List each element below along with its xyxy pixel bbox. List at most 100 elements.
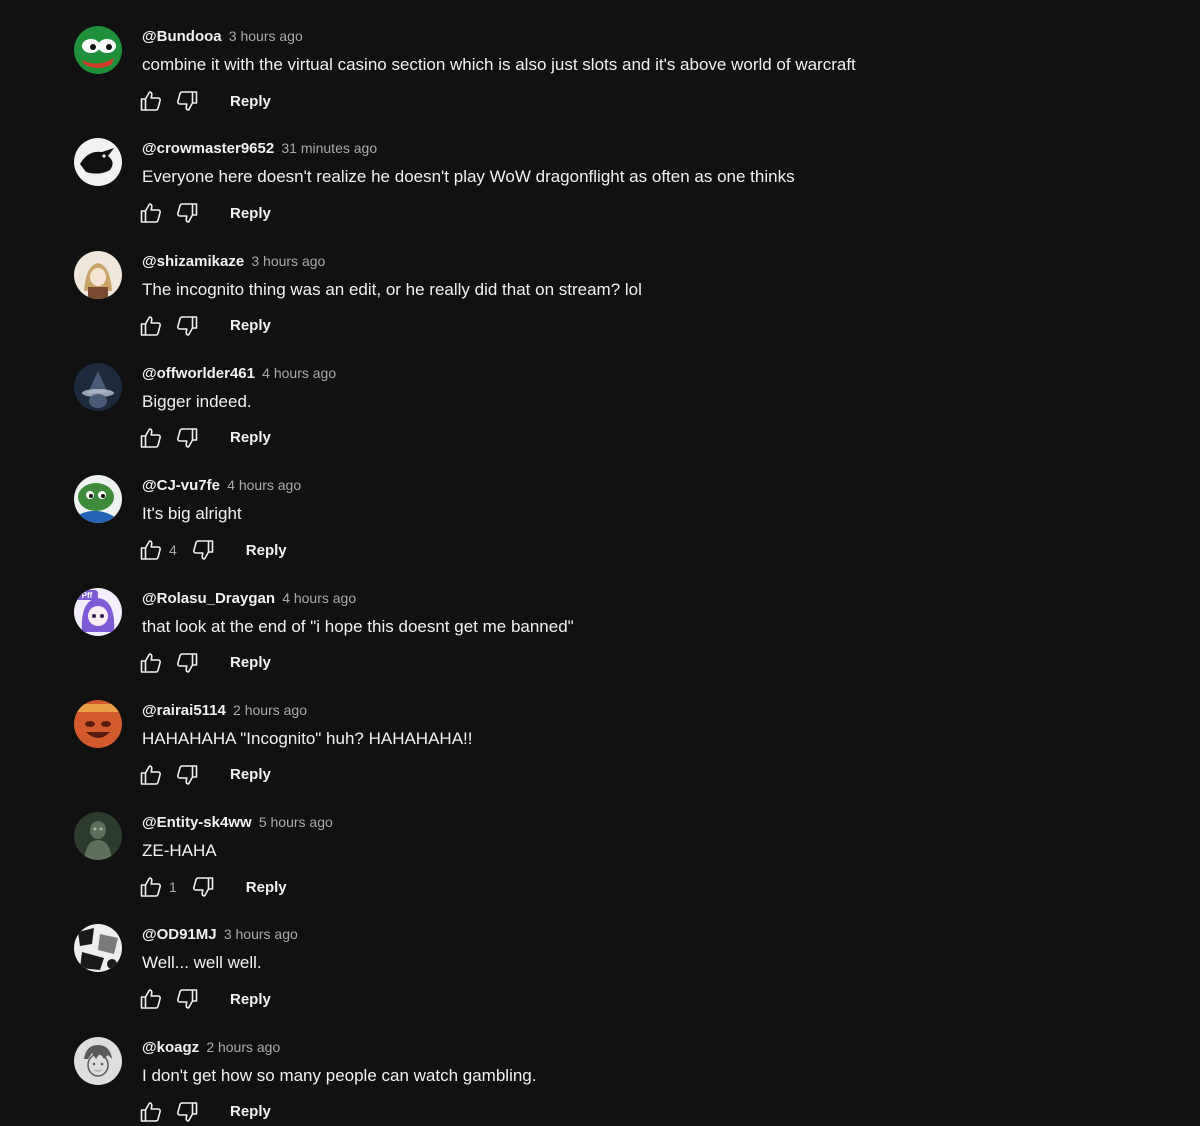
like-button[interactable] — [138, 88, 164, 114]
comment-text: Everyone here doesn't realize he doesn't… — [142, 167, 795, 187]
manga-panel-avatar-icon[interactable] — [74, 924, 122, 973]
reply-button[interactable]: Reply — [230, 991, 271, 1008]
comment-time[interactable]: 4 hours ago — [262, 365, 336, 381]
like-button[interactable] — [138, 986, 164, 1012]
crow-avatar-icon[interactable] — [74, 138, 122, 187]
comment-time[interactable]: 4 hours ago — [227, 477, 301, 493]
comment-author[interactable]: @Rolasu_Draygan — [142, 590, 275, 607]
comment-time[interactable]: 3 hours ago — [251, 253, 325, 269]
anime-girl-avatar-icon[interactable] — [74, 250, 122, 299]
thumbs-down-icon — [177, 764, 198, 785]
thumbs-down-icon — [177, 1101, 198, 1122]
comment-author[interactable]: @crowmaster9652 — [142, 140, 274, 157]
thumbs-down-icon — [192, 877, 214, 897]
comment-author[interactable]: @OD91MJ — [142, 926, 217, 943]
like-button[interactable] — [138, 874, 164, 900]
thumbs-down-icon — [177, 652, 198, 673]
laughing-face-avatar-icon[interactable] — [74, 699, 122, 748]
thumbs-down-icon — [177, 428, 198, 448]
thumbs-up-icon — [140, 91, 161, 111]
comment-actions: 1 Reply — [138, 874, 287, 900]
comment-thread: @offworlder461 4 hours ago Bigger indeed… — [0, 337, 1200, 449]
comment-text: Bigger indeed. — [142, 391, 252, 411]
reply-button[interactable]: Reply — [246, 542, 287, 559]
comment-time[interactable]: 2 hours ago — [206, 1039, 280, 1055]
comment-text: combine it with the virtual casino secti… — [142, 55, 856, 74]
comment-actions: Reply — [138, 1099, 271, 1125]
comment-time[interactable]: 4 hours ago — [282, 590, 356, 606]
comment-author[interactable]: @shizamikaze — [142, 253, 244, 270]
reply-button[interactable]: Reply — [246, 879, 287, 896]
like-count: 4 — [169, 542, 177, 559]
like-button[interactable] — [138, 313, 164, 339]
dislike-button[interactable] — [174, 650, 200, 676]
thumbs-up-icon — [140, 877, 161, 897]
comment-thread: @CJ-vu7fe 4 hours ago It's big alright 4… — [0, 449, 1200, 561]
thumbs-up-icon — [140, 764, 161, 785]
comment-time[interactable]: 5 hours ago — [259, 814, 333, 830]
purple-anime-avatar-icon[interactable]: Pff — [74, 587, 122, 636]
reply-button[interactable]: Reply — [230, 429, 271, 446]
comment-header: @crowmaster9652 31 minutes ago — [142, 138, 377, 158]
thumbs-up-icon — [140, 652, 161, 673]
dislike-button[interactable] — [174, 200, 200, 226]
comment-header: @Rolasu_Draygan 4 hours ago — [142, 588, 356, 608]
reply-button[interactable]: Reply — [230, 205, 271, 222]
comment-author[interactable]: @offworlder461 — [142, 365, 255, 382]
comment-thread: @Bundooa 3 hours ago combine it with the… — [0, 0, 1200, 112]
dislike-button[interactable] — [174, 88, 200, 114]
reply-button[interactable]: Reply — [230, 1103, 271, 1120]
comment-author[interactable]: @Bundooa — [142, 28, 222, 45]
comment-actions: Reply — [138, 762, 271, 788]
comment-author[interactable]: @CJ-vu7fe — [142, 477, 220, 494]
comment-actions: Reply — [138, 986, 271, 1012]
dislike-button[interactable] — [174, 1099, 200, 1125]
comment-thread: Pff @Rolasu_Draygan 4 hours ago that loo… — [0, 562, 1200, 674]
dislike-button[interactable] — [174, 313, 200, 339]
comment-text: ZE-HAHA — [142, 841, 217, 861]
like-button[interactable] — [138, 200, 164, 226]
comment-text: that look at the end of "i hope this doe… — [142, 616, 574, 636]
comment-time[interactable]: 3 hours ago — [229, 28, 303, 44]
dislike-button[interactable] — [190, 874, 216, 900]
thumbs-up-icon — [140, 315, 161, 336]
sketch-character-avatar-icon[interactable] — [74, 1036, 122, 1085]
comment-text: I don't get how so many people can watch… — [142, 1065, 537, 1085]
comment-actions: Reply — [138, 425, 271, 451]
comment-author[interactable]: @rairai5114 — [142, 702, 226, 719]
comments-section: @Bundooa 3 hours ago combine it with the… — [0, 0, 1200, 1126]
comment-thread: @OD91MJ 3 hours ago Well... well well. R… — [0, 898, 1200, 1010]
comment-thread: @Entity-sk4ww 5 hours ago ZE-HAHA 1 Repl… — [0, 786, 1200, 898]
pepe-avatar-icon[interactable] — [74, 475, 122, 524]
dislike-button[interactable] — [174, 986, 200, 1012]
comment-header: @koagz 2 hours ago — [142, 1037, 280, 1057]
dislike-button[interactable] — [174, 425, 200, 451]
like-button[interactable] — [138, 1099, 164, 1125]
dark-figure-avatar-icon[interactable] — [74, 812, 122, 861]
comment-actions: Reply — [138, 88, 271, 114]
reply-button[interactable]: Reply — [230, 654, 271, 671]
like-count: 1 — [169, 879, 177, 896]
reply-button[interactable]: Reply — [230, 766, 271, 783]
comment-author[interactable]: @koagz — [142, 1039, 199, 1056]
dislike-button[interactable] — [190, 537, 216, 563]
comment-header: @OD91MJ 3 hours ago — [142, 924, 298, 944]
comment-time[interactable]: 3 hours ago — [224, 926, 298, 942]
frog-avatar-icon[interactable] — [74, 26, 122, 74]
dislike-button[interactable] — [174, 762, 200, 788]
comment-actions: Reply — [138, 650, 271, 676]
reply-button[interactable]: Reply — [230, 93, 271, 110]
like-button[interactable] — [138, 762, 164, 788]
comment-text: HAHAHAHA "Incognito" huh? HAHAHAHA!! — [142, 728, 473, 748]
comment-time[interactable]: 2 hours ago — [233, 702, 307, 718]
comment-thread: @shizamikaze 3 hours ago The incognito t… — [0, 225, 1200, 337]
comment-author[interactable]: @Entity-sk4ww — [142, 814, 252, 831]
comment-header: @rairai5114 2 hours ago — [142, 700, 307, 720]
like-button[interactable] — [138, 650, 164, 676]
thumbs-up-icon — [140, 989, 161, 1010]
like-button[interactable] — [138, 425, 164, 451]
wizard-avatar-icon[interactable] — [74, 362, 122, 411]
reply-button[interactable]: Reply — [230, 317, 271, 334]
like-button[interactable] — [138, 537, 164, 563]
comment-time[interactable]: 31 minutes ago — [281, 140, 377, 156]
